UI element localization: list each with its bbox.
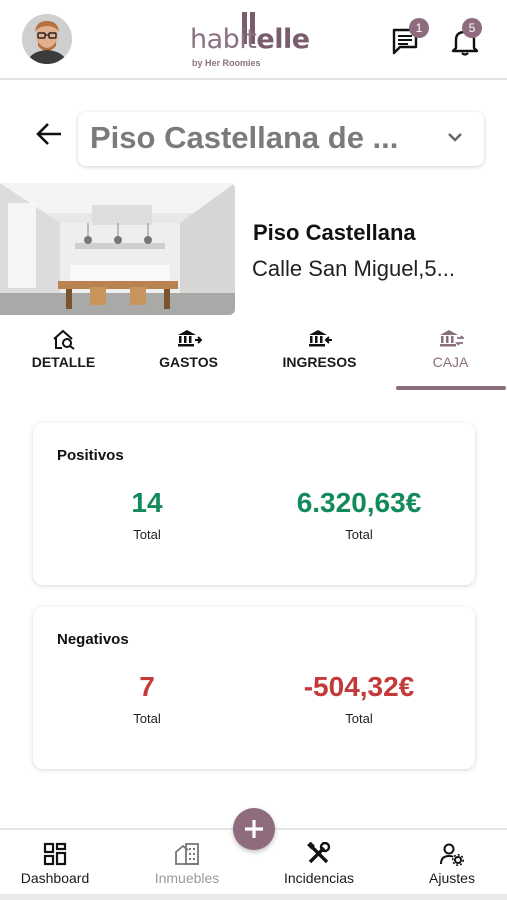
property-name: Piso Castellana [253,220,416,245]
positivos-amount-caption: Total [345,527,373,542]
bank-out-icon [177,330,202,347]
property-selector[interactable]: Piso Castellana de ... [78,112,484,166]
tab-caja-label: CAJA [432,354,469,370]
negativos-amount-stat: -504,32€ Total [269,671,449,726]
property-selector-value: Piso Castellana de ... [90,120,399,155]
nav-inmuebles-label: Inmuebles [154,870,220,886]
nav-incidencias-label: Incidencias [283,870,355,886]
nav-incidencias[interactable]: Incidencias [264,842,374,886]
tools-icon [307,842,331,864]
nav-ajustes-label: Ajustes [429,870,475,886]
negativos-title: Negativos [57,631,129,648]
tab-detalle-label: DETALLE [31,354,96,370]
positivos-amount: 6.320,63€ [296,487,422,518]
property-address: Calle San Miguel,5... [252,256,455,281]
back-button[interactable] [34,118,66,150]
kitchen-photo [0,183,235,315]
nav-inmuebles[interactable]: Inmuebles [132,842,242,886]
active-tab-indicator [396,386,506,390]
positivos-count-stat: 14 Total [57,487,237,542]
negativos-card: Negativos 7 Total -504,32€ Total [33,607,475,769]
nav-ajustes[interactable]: Ajustes [397,842,507,886]
positivos-count: 14 [131,487,163,518]
user-avatar[interactable] [22,14,72,64]
nav-dashboard-label: Dashboard [20,870,90,886]
tab-caja[interactable]: CAJA [387,322,507,388]
add-button[interactable] [233,808,275,850]
negativos-count-caption: Total [133,711,161,726]
positivos-amount-stat: 6.320,63€ Total [269,487,449,542]
bottom-edge [0,894,507,900]
messages-badge: 1 [409,18,429,38]
chevron-down-icon [448,133,462,142]
logo-subtitle: by Her Roomies [192,58,261,68]
building-icon [175,843,199,865]
positivos-title: Positivos [57,447,124,464]
plus-icon [245,820,263,838]
tab-ingresos-label: INGRESOS [282,354,357,370]
bank-in-icon [308,330,332,347]
top-app-bar: habitelle by Her Roomies 1 5 [0,0,507,80]
dashboard-icon [43,842,67,866]
property-photo [0,183,235,315]
logo-text: habitelle [190,24,310,55]
bank-transfer-icon [439,330,464,347]
negativos-amount: -504,32€ [303,671,415,702]
negativos-amount-caption: Total [345,711,373,726]
positivos-count-caption: Total [133,527,161,542]
tab-gastos[interactable]: GASTOS [125,322,252,388]
notifications-badge: 5 [462,18,482,38]
tab-gastos-label: GASTOS [159,354,218,370]
tab-detalle[interactable]: DETALLE [0,322,127,388]
tab-bar: DETALLE GASTOS INGRESOS CAJA [0,322,507,392]
avatar-image [22,14,72,64]
positivos-card: Positivos 14 Total 6.320,63€ Total [33,423,475,585]
tab-ingresos[interactable]: INGRESOS [256,322,383,388]
home-search-icon [52,329,75,350]
negativos-count-stat: 7 Total [57,671,237,726]
nav-dashboard[interactable]: Dashboard [0,842,110,886]
brand-logo: habitelle by Her Roomies [190,10,320,70]
user-settings-icon [440,843,464,866]
arrow-left-icon [36,123,61,145]
negativos-count: 7 [139,671,155,702]
